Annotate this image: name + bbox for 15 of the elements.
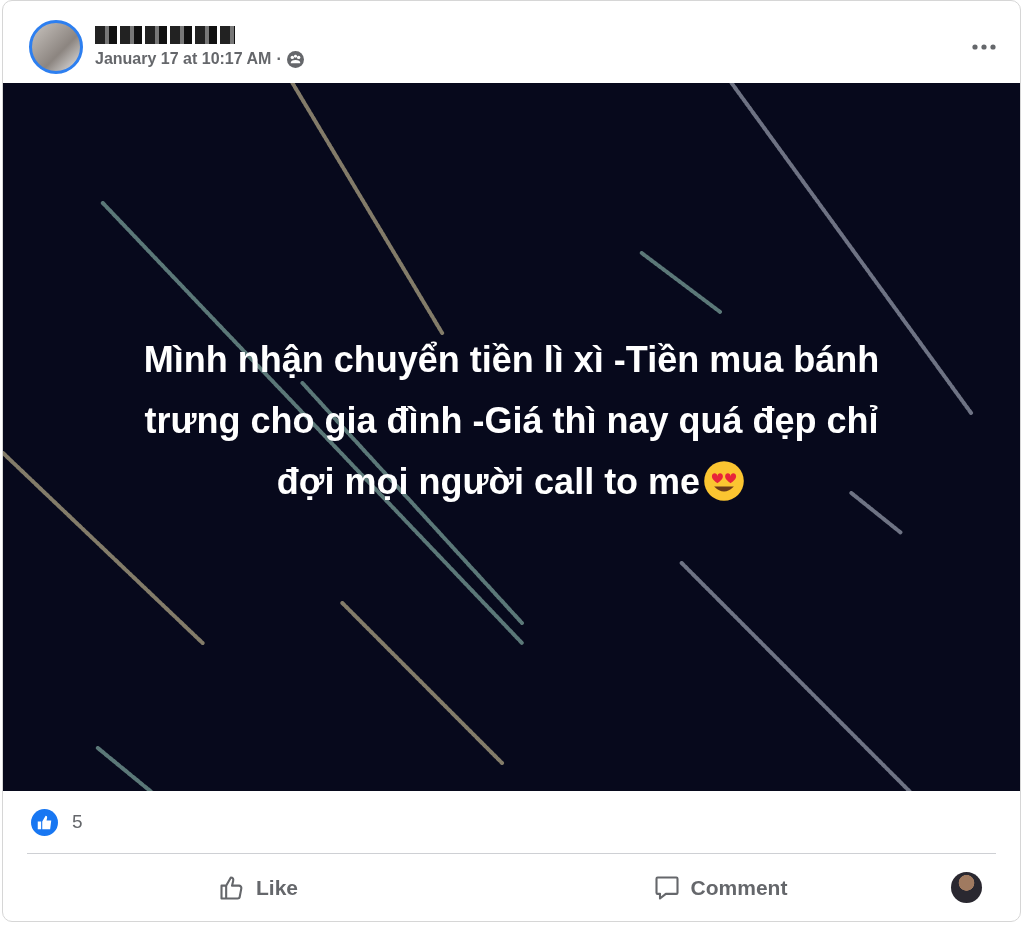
ellipsis-icon — [972, 44, 996, 50]
reaction-count[interactable]: 5 — [72, 811, 83, 833]
post-message-line: trưng cho gia đình -Giá thì nay quá đẹp chỉ — [144, 398, 879, 443]
user-avatar-placeholder[interactable] — [951, 872, 982, 903]
heart-eyes-emoji-icon — [702, 459, 747, 503]
post-message-line: đợi mọi người call to me — [276, 459, 701, 504]
speech-bubble-icon — [652, 873, 681, 902]
post-timestamp[interactable]: January 17 at 10:17 AM — [95, 50, 272, 68]
like-reaction-icon[interactable] — [31, 808, 58, 836]
like-button[interactable]: Like — [27, 865, 489, 910]
avatar-photo-placeholder[interactable] — [29, 20, 83, 74]
friends-icon — [286, 50, 304, 68]
separator-dot: · — [276, 50, 282, 68]
comment-button[interactable]: Comment — [489, 865, 951, 910]
post-message-line: Mình nhận chuyển tiền lì xì -Tiền mua bánh — [143, 337, 880, 382]
